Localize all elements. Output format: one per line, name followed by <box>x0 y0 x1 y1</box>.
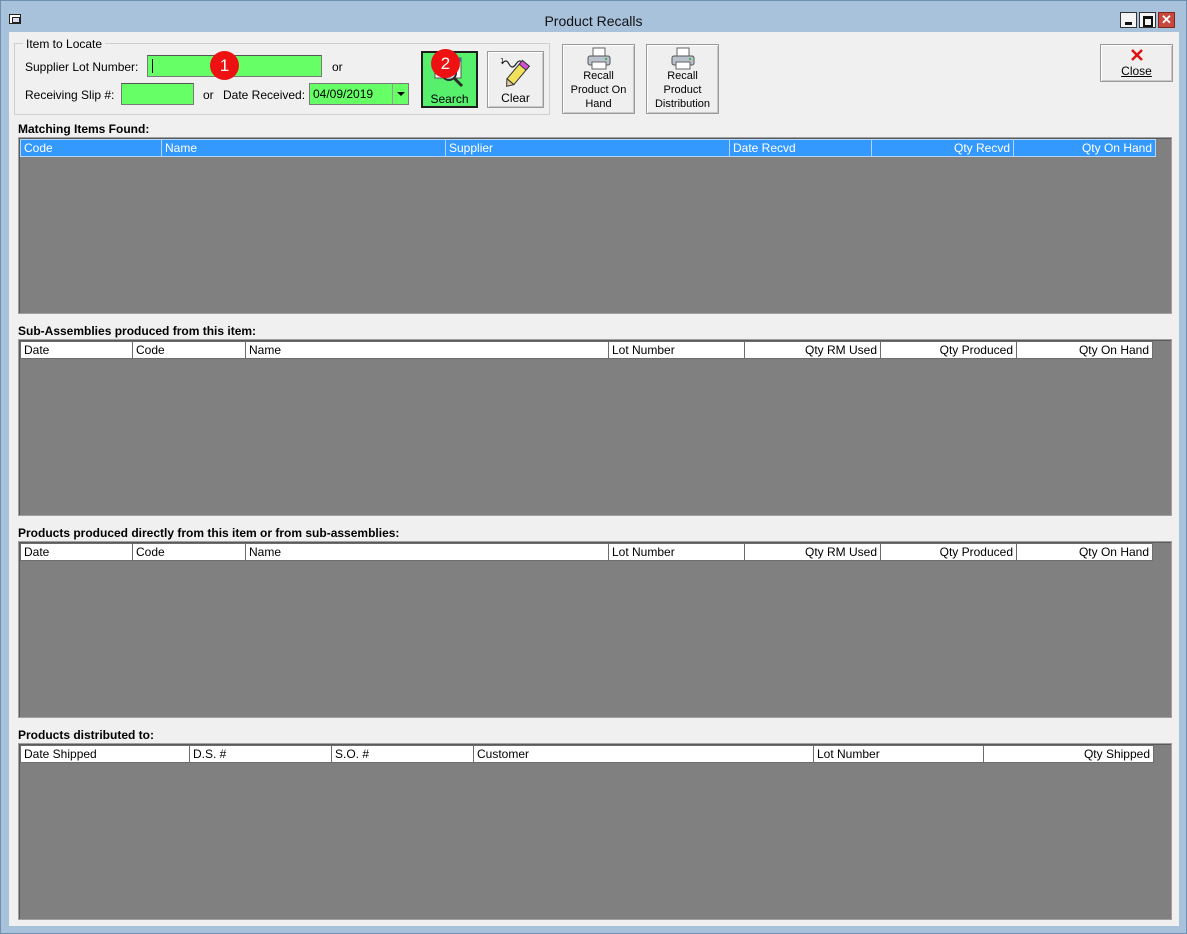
item-to-locate-legend: Item to Locate <box>23 37 106 51</box>
col-header-supplier[interactable]: Supplier <box>446 139 730 157</box>
col-header-lot-number[interactable]: Lot Number <box>609 543 745 561</box>
minimize-button[interactable] <box>1120 12 1137 28</box>
col-header-qty-recvd[interactable]: Qty Recvd <box>872 139 1014 157</box>
col-header-qty-on-hand[interactable]: Qty On Hand <box>1017 341 1153 359</box>
sub-assemblies-header: Date Code Name Lot Number Qty RM Used Qt… <box>20 341 1153 359</box>
or-label-1: or <box>332 60 343 74</box>
col-header-date[interactable]: Date <box>20 341 133 359</box>
col-header-ds-number[interactable]: D.S. # <box>190 745 332 763</box>
products-produced-header: Date Code Name Lot Number Qty RM Used Qt… <box>20 543 1153 561</box>
products-distributed-title: Products distributed to: <box>18 728 154 742</box>
or-label-2: or <box>203 88 214 102</box>
window-close-button[interactable]: ✕ <box>1158 12 1175 28</box>
annotation-badge-1: 1 <box>210 51 239 80</box>
products-produced-title: Products produced directly from this ite… <box>18 526 400 540</box>
col-header-code[interactable]: Code <box>133 543 246 561</box>
col-header-qty-rm-used[interactable]: Qty RM Used <box>745 543 881 561</box>
col-header-qty-shipped[interactable]: Qty Shipped <box>984 745 1154 763</box>
col-header-date[interactable]: Date <box>20 543 133 561</box>
red-x-icon <box>1101 47 1172 63</box>
col-header-code[interactable]: Code <box>20 139 162 157</box>
col-header-name[interactable]: Name <box>162 139 446 157</box>
receiving-slip-input[interactable] <box>121 83 194 105</box>
recall-on-hand-line-1: Recall <box>583 70 614 82</box>
matching-items-header: Code Name Supplier Date Recvd Qty Recvd … <box>20 139 1156 157</box>
close-button[interactable]: Close <box>1100 44 1173 82</box>
matching-items-grid[interactable]: Code Name Supplier Date Recvd Qty Recvd … <box>18 137 1172 314</box>
col-header-qty-produced[interactable]: Qty Produced <box>881 543 1017 561</box>
products-distributed-grid[interactable]: Date Shipped D.S. # S.O. # Customer Lot … <box>18 743 1172 920</box>
pencil-eraser-icon: 1 <box>488 55 543 89</box>
col-header-date-shipped[interactable]: Date Shipped <box>20 745 190 763</box>
recall-product-distribution-button[interactable]: Recall Product Distribution <box>646 44 719 114</box>
annotation-badge-2: 2 <box>431 49 460 78</box>
date-received-picker[interactable]: 04/09/2019 <box>309 83 409 105</box>
recall-distribution-line-2: Product <box>663 84 702 96</box>
dropdown-arrow-icon[interactable] <box>392 84 408 104</box>
col-header-qty-on-hand[interactable]: Qty On Hand <box>1017 543 1153 561</box>
col-header-lot-number[interactable]: Lot Number <box>609 341 745 359</box>
col-header-code[interactable]: Code <box>133 341 246 359</box>
close-x-icon: ✕ <box>1161 12 1172 27</box>
text-caret <box>152 59 153 73</box>
col-header-so-number[interactable]: S.O. # <box>332 745 474 763</box>
date-received-value: 04/09/2019 <box>313 87 374 101</box>
printer-icon <box>647 47 718 71</box>
col-header-name[interactable]: Name <box>246 341 609 359</box>
col-header-name[interactable]: Name <box>246 543 609 561</box>
client-area: Item to Locate Supplier Lot Number: or R… <box>9 32 1179 926</box>
clear-button[interactable]: 1 Clear <box>487 51 544 108</box>
recall-on-hand-line-2: Product On <box>570 84 627 96</box>
recall-product-on-hand-button[interactable]: Recall Product On Hand <box>562 44 635 114</box>
products-distributed-header: Date Shipped D.S. # S.O. # Customer Lot … <box>20 745 1154 763</box>
close-label: Close <box>1121 64 1152 78</box>
col-header-qty-rm-used[interactable]: Qty RM Used <box>745 341 881 359</box>
col-header-date-recvd[interactable]: Date Recvd <box>730 139 872 157</box>
sub-assemblies-title: Sub-Assemblies produced from this item: <box>18 324 257 338</box>
receiving-slip-label: Receiving Slip #: <box>25 88 115 102</box>
col-header-qty-on-hand[interactable]: Qty On Hand <box>1014 139 1156 157</box>
col-header-customer[interactable]: Customer <box>474 745 814 763</box>
matching-items-title: Matching Items Found: <box>18 122 150 136</box>
sub-assemblies-grid[interactable]: Date Code Name Lot Number Qty RM Used Qt… <box>18 339 1172 516</box>
col-header-qty-produced[interactable]: Qty Produced <box>881 341 1017 359</box>
product-recalls-window: Product Recalls ✕ Item to Locate Supplie… <box>0 0 1187 934</box>
col-header-lot-number[interactable]: Lot Number <box>814 745 984 763</box>
title-bar[interactable]: Product Recalls ✕ <box>1 1 1186 31</box>
printer-icon <box>563 47 634 71</box>
supplier-lot-label: Supplier Lot Number: <box>25 60 139 74</box>
date-received-label: Date Received: <box>223 88 306 102</box>
recall-distribution-line-3: Distribution <box>654 98 711 110</box>
products-produced-grid[interactable]: Date Code Name Lot Number Qty RM Used Qt… <box>18 541 1172 718</box>
search-label: Search <box>430 92 469 106</box>
svg-text:1: 1 <box>500 57 504 65</box>
clear-label: Clear <box>501 91 530 105</box>
recall-distribution-line-1: Recall <box>667 70 698 82</box>
window-title: Product Recalls <box>544 13 643 29</box>
recall-on-hand-line-3: Hand <box>585 98 612 110</box>
maximize-button[interactable] <box>1139 12 1156 28</box>
